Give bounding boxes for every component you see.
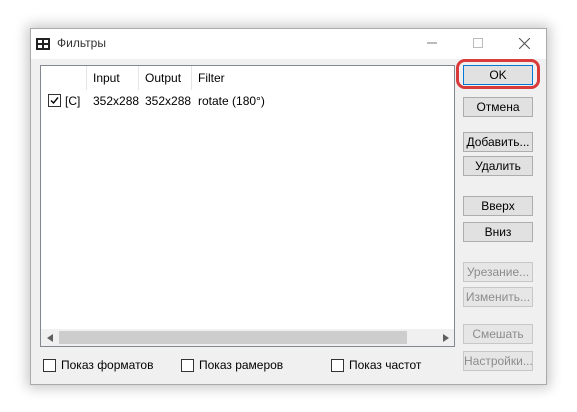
crop-button[interactable]: Урезание... xyxy=(463,262,533,282)
filter-enable-checkbox[interactable] xyxy=(48,94,61,107)
minimize-button[interactable] xyxy=(417,33,447,53)
list-header: Input Output Filter xyxy=(41,66,454,90)
ok-button[interactable]: OK xyxy=(463,65,533,85)
filter-input-size: 352x288 xyxy=(93,94,140,108)
settings-button[interactable]: Настройки... xyxy=(463,351,533,371)
move-down-button[interactable]: Вниз xyxy=(463,222,533,242)
filter-tag: [C] xyxy=(65,94,81,108)
filters-dialog: Фильтры Input Output Filter [C] 352x288 … xyxy=(30,28,547,385)
title-bar: Фильтры xyxy=(31,29,546,59)
add-filter-button[interactable]: Добавить... xyxy=(463,132,533,152)
scroll-thumb[interactable] xyxy=(59,331,407,344)
show-formats-label: Показ форматов xyxy=(61,358,154,372)
column-header-input[interactable]: Input xyxy=(87,66,139,90)
horizontal-scrollbar[interactable] xyxy=(41,329,454,346)
window-title: Фильтры xyxy=(57,36,106,50)
maximize-button[interactable] xyxy=(463,33,493,53)
filter-output-size: 352x288 xyxy=(145,94,192,108)
cancel-button[interactable]: Отмена xyxy=(463,97,533,117)
checkmark-icon xyxy=(50,97,59,105)
checkbox-box[interactable] xyxy=(43,358,56,372)
filter-name: rotate (180°) xyxy=(198,94,265,108)
column-header-output[interactable]: Output xyxy=(139,66,192,90)
checkbox-box[interactable] xyxy=(181,358,194,372)
filter-film-icon xyxy=(36,38,50,50)
show-rates-checkbox[interactable]: Показ частот xyxy=(331,358,421,372)
show-sizes-label: Показ рамеров xyxy=(199,358,284,372)
move-up-button[interactable]: Вверх xyxy=(463,196,533,216)
close-button[interactable] xyxy=(509,33,539,53)
maximize-icon xyxy=(473,38,483,48)
close-icon xyxy=(518,37,530,49)
show-sizes-checkbox[interactable]: Показ рамеров xyxy=(181,358,283,372)
column-header-filter[interactable]: Filter xyxy=(192,66,454,90)
filter-list[interactable]: Input Output Filter [C] 352x288 352x288 … xyxy=(40,65,455,347)
list-item[interactable]: [C] 352x288 352x288 rotate (180°) xyxy=(41,92,341,110)
show-formats-checkbox[interactable]: Показ форматов xyxy=(43,358,153,372)
delete-filter-button[interactable]: Удалить xyxy=(463,156,533,176)
scroll-left-button[interactable] xyxy=(41,329,58,346)
column-header-check[interactable] xyxy=(41,66,87,90)
blend-button[interactable]: Смешать xyxy=(463,324,533,344)
scroll-right-button[interactable] xyxy=(437,329,454,346)
checkbox-box[interactable] xyxy=(331,358,344,372)
modify-button[interactable]: Изменить... xyxy=(463,287,533,307)
minimize-icon xyxy=(427,42,437,44)
chevron-left-icon xyxy=(46,333,53,342)
show-rates-label: Показ частот xyxy=(349,358,422,372)
chevron-right-icon xyxy=(442,333,449,342)
